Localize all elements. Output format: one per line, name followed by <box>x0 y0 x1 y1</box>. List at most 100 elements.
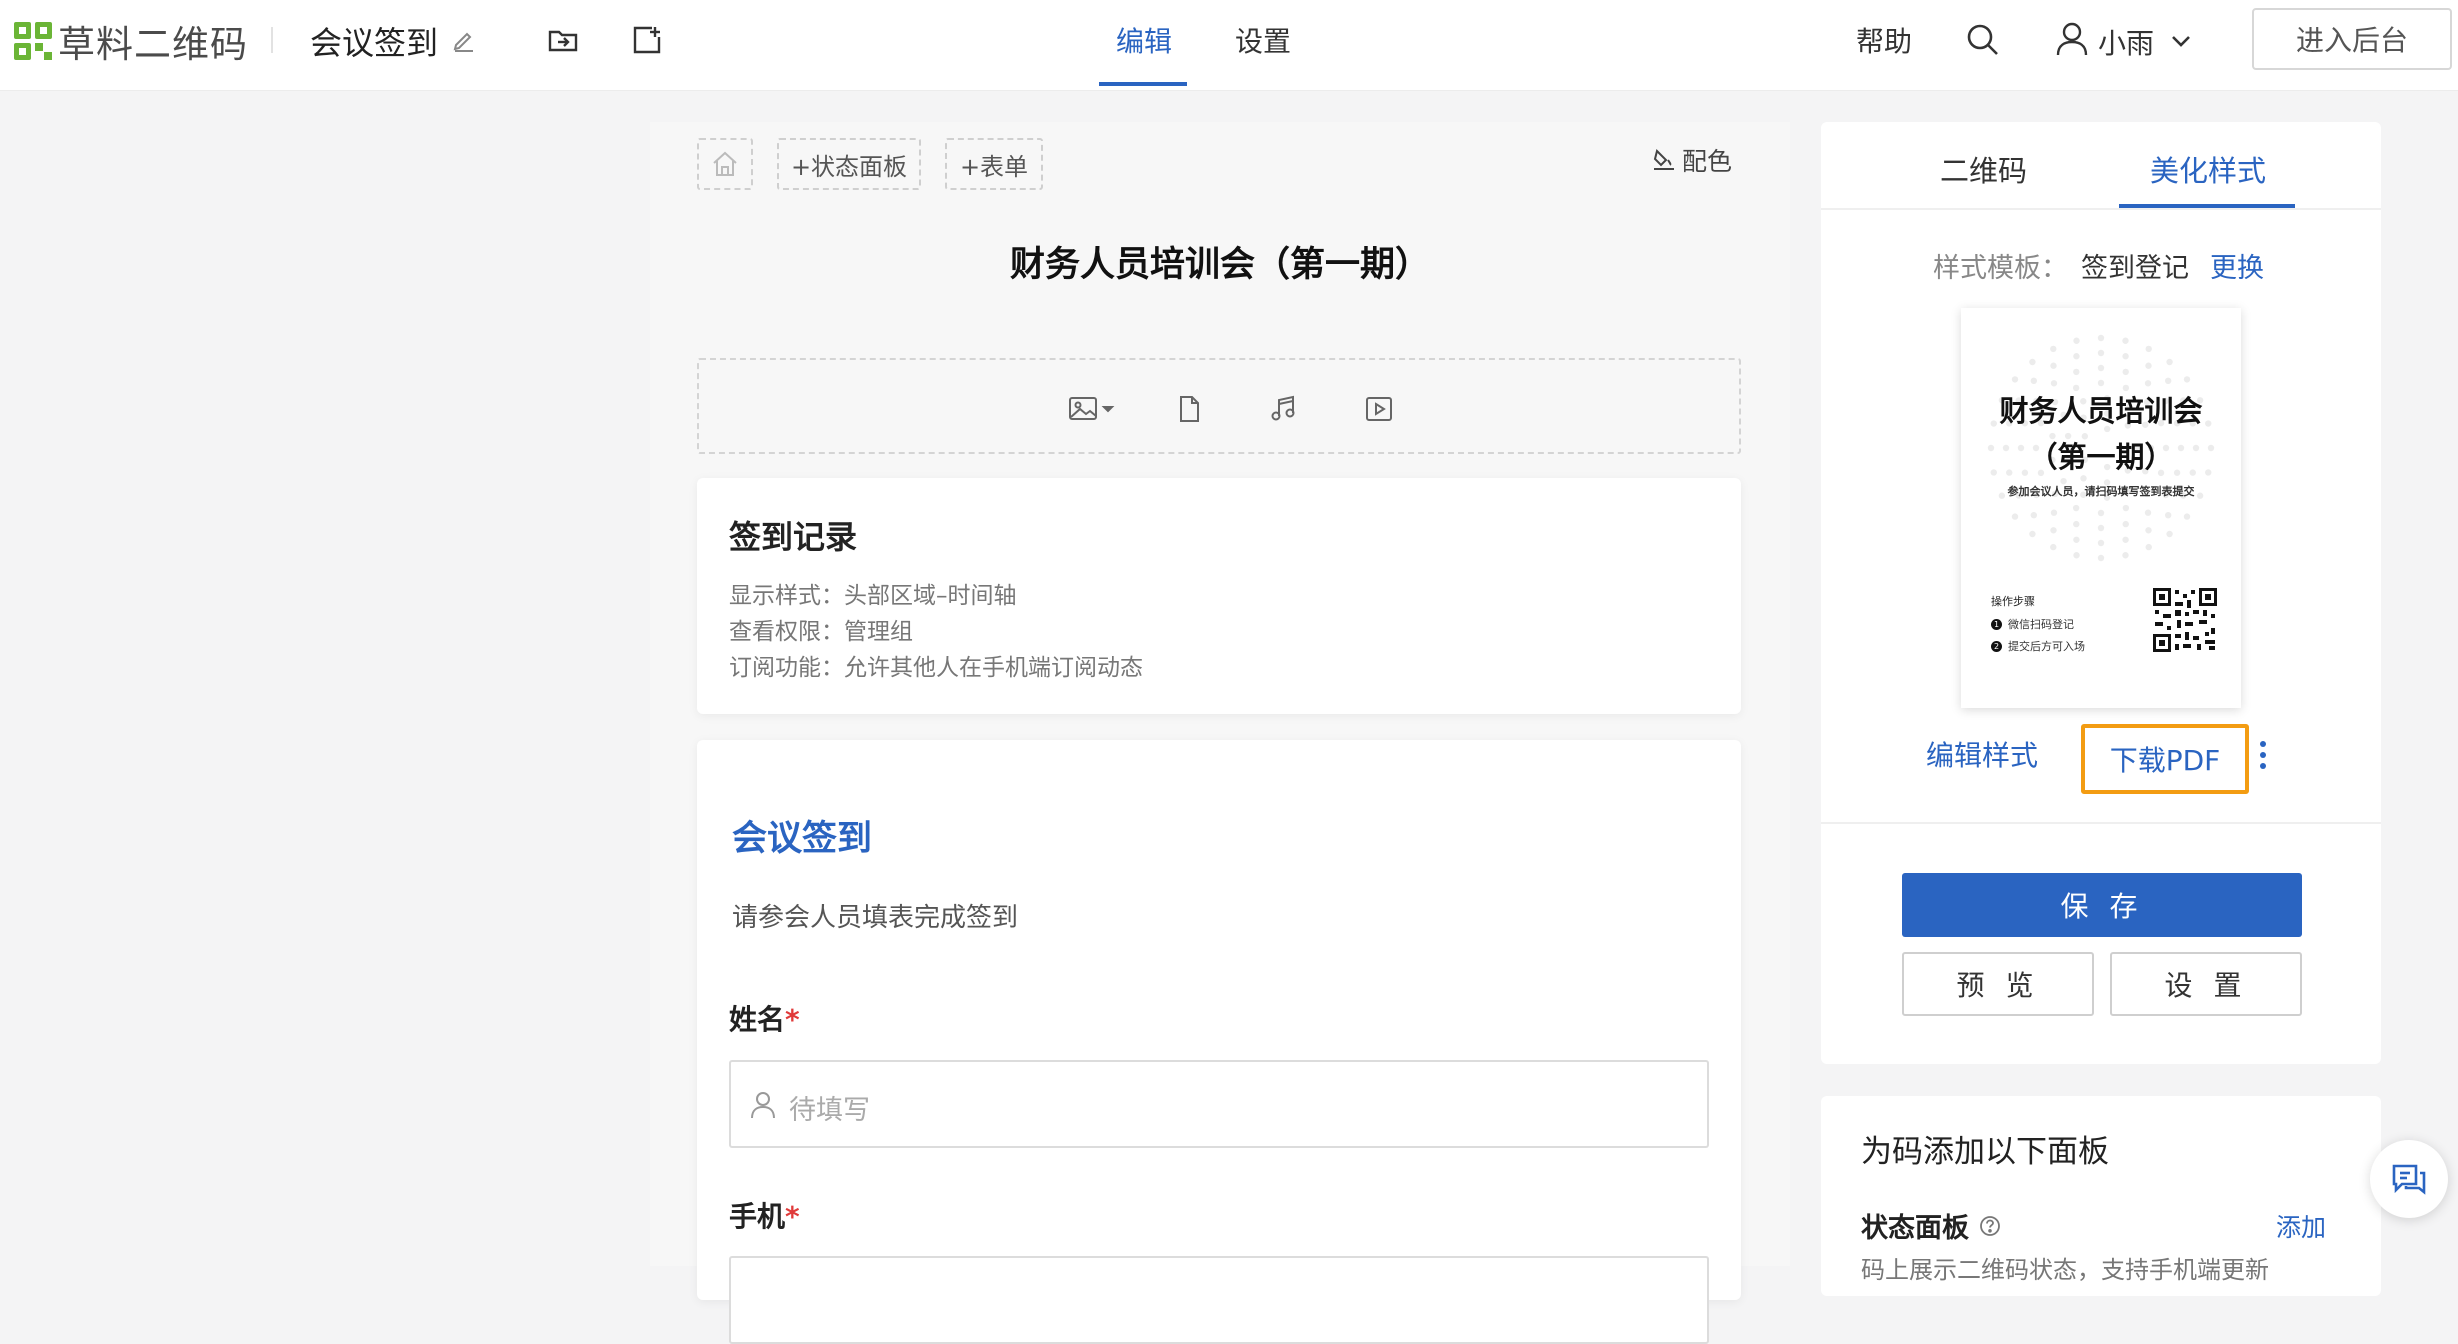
download-pdf-button[interactable]: 下载PDF <box>2081 724 2249 794</box>
file-icon[interactable] <box>1174 394 1204 424</box>
pattern-dot <box>2073 353 2080 360</box>
pattern-dot <box>2072 504 2080 512</box>
phone-input[interactable] <box>729 1256 1709 1344</box>
settings-button[interactable]: 设 置 <box>2110 952 2302 1016</box>
status-panel-title-text: 状态面板 <box>1861 1213 1969 1244</box>
add-status-panel-button[interactable]: +状态面板 <box>777 138 921 190</box>
help-link[interactable]: 帮助 <box>1856 20 1912 60</box>
chevron-down-icon[interactable] <box>2168 30 2194 52</box>
pattern-dot <box>2122 368 2129 376</box>
form-description: 请参会人员填表完成签到 <box>732 903 1019 933</box>
pattern-dot <box>2029 530 2036 538</box>
field-label-name-text: 姓名 <box>729 1003 786 1036</box>
pattern-dot <box>2144 509 2152 516</box>
add-panels-heading: 为码添加以下面板 <box>1861 1134 2109 1170</box>
pattern-dot <box>2144 380 2152 387</box>
poster-title-line2: （第一期） <box>2028 440 2174 474</box>
edit-style-link[interactable]: 编辑样式 <box>1926 734 2038 774</box>
pattern-dot <box>2164 377 2172 385</box>
pattern-dot <box>2097 554 2105 562</box>
pattern-dot <box>2166 358 2173 366</box>
pattern-dot <box>2073 552 2080 559</box>
field-label-phone-text: 手机 <box>729 1200 786 1233</box>
pattern-dot <box>2050 380 2058 387</box>
pattern-dot <box>2122 337 2129 344</box>
user-icon[interactable] <box>2055 21 2089 57</box>
pattern-dot <box>2097 334 2105 342</box>
pattern-dot <box>2122 353 2129 360</box>
pattern-dot <box>2097 349 2105 357</box>
help-circle-icon[interactable] <box>1979 1215 2001 1237</box>
search-icon[interactable] <box>1965 22 2001 58</box>
pattern-dot <box>2011 513 2019 520</box>
pattern-dot <box>2030 377 2038 385</box>
logo-text[interactable]: 草料二维码 <box>58 14 248 68</box>
new-code-icon[interactable] <box>630 23 664 57</box>
logo-icon[interactable] <box>13 21 53 61</box>
pattern-dot <box>2145 362 2152 369</box>
media-insert-area <box>697 358 1741 454</box>
sign-record-display-style: 显示样式：头部区域–时间轴 <box>729 583 1017 609</box>
poster-step: 1 微信扫码登记 <box>1991 616 2074 632</box>
pencil-icon[interactable] <box>451 27 477 53</box>
doc-title[interactable]: 会议签到 <box>310 18 438 64</box>
field-label-phone: 手机* <box>729 1195 800 1235</box>
step-number: 1 <box>1991 618 2002 630</box>
top-header: 草料二维码 会议签到 编辑 设置 帮助 小雨 进入后台 <box>0 0 2458 91</box>
pattern-dot <box>2183 376 2191 383</box>
step-number: 2 <box>1991 640 2002 652</box>
pattern-dot <box>2050 509 2058 516</box>
home-button[interactable] <box>697 138 753 190</box>
pattern-dot <box>2097 379 2105 387</box>
tab-qrcode[interactable]: 二维码 <box>1940 148 2027 190</box>
move-to-folder-icon[interactable] <box>546 23 580 57</box>
pattern-dot <box>2030 511 2038 519</box>
poster-steps-heading: 操作步骤 <box>1991 595 2035 608</box>
pattern-dot <box>2097 509 2105 517</box>
qr-code-icon <box>2153 588 2217 652</box>
image-icon[interactable] <box>1068 394 1116 424</box>
change-template-link[interactable]: 更换 <box>2210 246 2264 285</box>
save-button[interactable]: 保 存 <box>1902 873 2302 937</box>
page-title[interactable]: 财务人员培训会（第一期） <box>650 236 1790 287</box>
sign-record-permission: 查看权限：管理组 <box>729 619 913 645</box>
field-label-name: 姓名* <box>729 998 800 1038</box>
poster-title-line1: 财务人员培训会 <box>1999 394 2203 428</box>
step-text: 提交后方可入场 <box>2008 640 2085 653</box>
add-status-panel-link[interactable]: 添加 <box>2276 1208 2326 1244</box>
sign-record-subscribe: 订阅功能：允许其他人在手机端订阅动态 <box>729 655 1143 681</box>
pattern-dot <box>2122 536 2129 543</box>
pattern-dot <box>2073 536 2080 543</box>
name-input[interactable]: 待填写 <box>729 1060 1709 1148</box>
tab-settings[interactable]: 设置 <box>1235 20 1291 60</box>
pattern-dot <box>2073 337 2080 344</box>
video-icon[interactable] <box>1364 394 1394 424</box>
name-input-placeholder: 待填写 <box>789 1095 870 1126</box>
home-icon <box>713 151 737 176</box>
enter-backend-button[interactable]: 进入后台 <box>2252 8 2452 70</box>
user-icon <box>749 1090 777 1120</box>
color-scheme-button[interactable]: 配色 <box>1652 142 1732 178</box>
active-tab-indicator <box>1099 82 1187 86</box>
more-options-icon[interactable] <box>2256 738 2270 772</box>
paint-bucket-icon <box>1653 149 1674 170</box>
pattern-dot <box>2050 543 2057 551</box>
pattern-dot <box>2073 368 2080 376</box>
music-icon[interactable] <box>1268 394 1298 424</box>
feedback-button[interactable] <box>2370 1140 2448 1218</box>
poster-preview[interactable]: 财务人员培训会 （第一期） 参加会议人员，请扫码填写签到表提交 操作步骤 1 微… <box>1961 308 2241 708</box>
add-form-button[interactable]: +表单 <box>945 138 1043 190</box>
sign-record-title: 签到记录 <box>729 518 858 556</box>
poster-subtitle: 参加会议人员，请扫码填写签到表提交 <box>2007 485 2195 498</box>
tab-beautify-style[interactable]: 美化样式 <box>2150 148 2266 190</box>
status-panel-title: 状态面板 <box>1861 1206 2001 1245</box>
form-title: 会议签到 <box>732 819 873 859</box>
pattern-dot <box>2122 520 2129 528</box>
pattern-dot <box>2166 530 2173 538</box>
tab-edit[interactable]: 编辑 <box>1116 20 1172 60</box>
pattern-dot <box>2050 527 2057 534</box>
preview-button[interactable]: 预 览 <box>1902 952 2094 1016</box>
pattern-dot <box>2050 345 2057 353</box>
required-mark: * <box>785 1200 800 1233</box>
user-name[interactable]: 小雨 <box>2098 22 2154 62</box>
